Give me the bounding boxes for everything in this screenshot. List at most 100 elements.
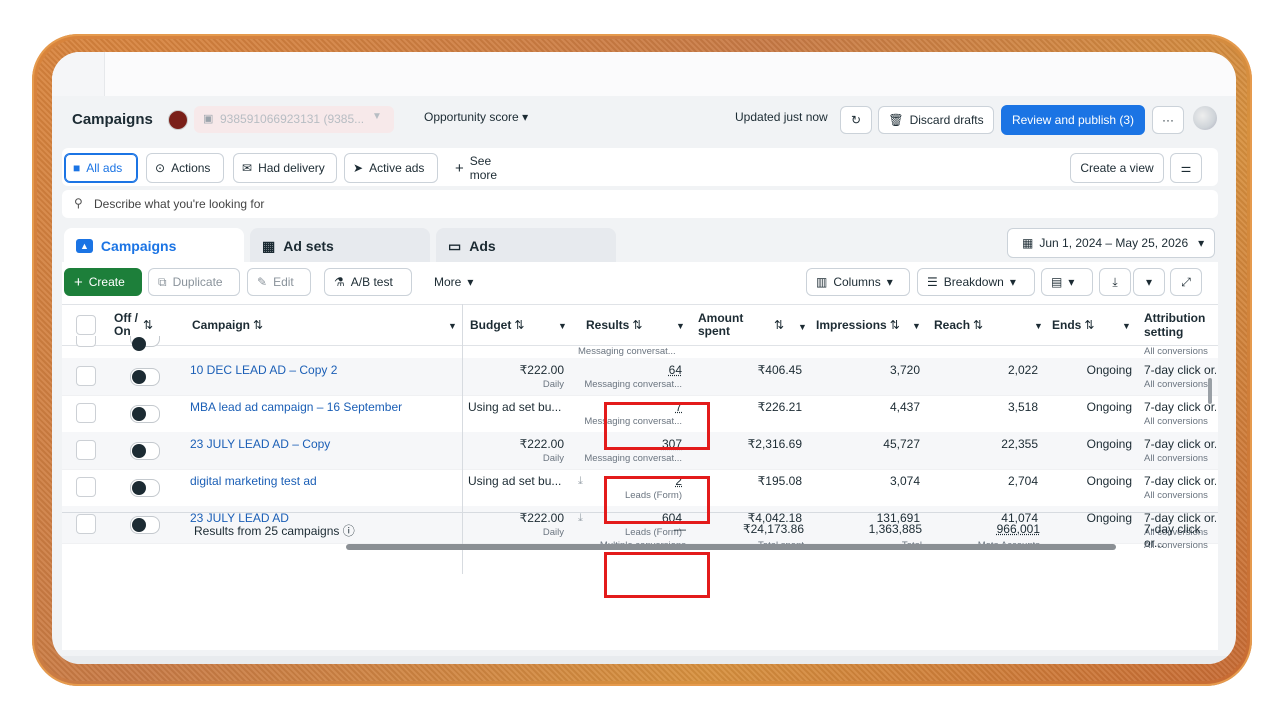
- tab-label: Ads: [469, 238, 496, 254]
- columns-button[interactable]: ▥ Columns ▾: [806, 268, 910, 296]
- ab-test-button[interactable]: ⚗ A/B test: [324, 268, 412, 296]
- row-checkbox[interactable]: [76, 440, 96, 460]
- more-options-button[interactable]: ···: [1152, 106, 1184, 134]
- search-bar[interactable]: ⚲ Describe what you're looking for: [62, 190, 1218, 218]
- edit-button[interactable]: ✎ Edit: [247, 268, 311, 296]
- flask-icon: ⚗: [334, 275, 345, 289]
- row-toggle[interactable]: [130, 336, 160, 351]
- campaign-name-link[interactable]: 23 JULY LEAD AD – Copy: [190, 437, 330, 451]
- chip-had-delivery[interactable]: ✉ Had delivery: [233, 153, 337, 183]
- expand-icon: ⤢: [1181, 274, 1191, 289]
- opportunity-score-dropdown[interactable]: Opportunity score ▾: [424, 110, 528, 124]
- campaign-table-card: + Create ⧉ Duplicate ✎ Edit ⚗ A/B test More ▾…: [62, 262, 1218, 650]
- horizontal-scrollbar[interactable]: [346, 544, 1116, 550]
- create-view-button[interactable]: Create a view: [1070, 153, 1164, 183]
- column-results[interactable]: Results ⇅ ▼: [586, 305, 686, 345]
- refresh-icon: ↻: [850, 113, 862, 127]
- attribution-value: 7-day click or...: [1144, 363, 1216, 377]
- impressions-value: 3,074: [889, 474, 920, 488]
- chip-see-more[interactable]: + See more: [446, 153, 526, 183]
- column-reach[interactable]: Reach ⇅ ▼: [934, 305, 1044, 345]
- search-icon: ⚲: [74, 196, 83, 210]
- search-input[interactable]: Describe what you're looking for: [94, 197, 264, 211]
- columns-icon: ▥: [816, 275, 828, 289]
- row-checkbox[interactable]: [76, 366, 96, 386]
- row-checkbox[interactable]: [76, 336, 96, 347]
- campaign-name-link[interactable]: digital marketing test ad: [190, 474, 317, 488]
- table-row[interactable]: 10 DEC LEAD AD – Copy 2 ₹222.00 Daily 64 Mes…: [62, 358, 1218, 396]
- breakdown-button[interactable]: ☰ Breakdown ▾: [917, 268, 1035, 296]
- highlight-box: [604, 552, 710, 598]
- tab-ad-sets[interactable]: ▦ Ad sets: [250, 228, 430, 264]
- column-label: Results: [586, 318, 630, 332]
- row-toggle[interactable]: [130, 368, 160, 386]
- row-toggle[interactable]: [130, 442, 160, 460]
- column-attribution[interactable]: Attribution setting: [1144, 305, 1216, 345]
- more-dropdown[interactable]: More ▾: [424, 268, 486, 296]
- column-label: Campaign: [192, 318, 251, 332]
- column-amount-spent[interactable]: Amount spent ⇅ ▼: [698, 305, 808, 345]
- amount-spent-value: ₹195.08: [757, 474, 802, 488]
- user-avatar[interactable]: [1193, 106, 1217, 130]
- table-toolbar: + Create ⧉ Duplicate ✎ Edit ⚗ A/B test More ▾…: [62, 262, 1218, 300]
- attribution-sub: All conversions: [1144, 453, 1208, 464]
- grid-icon: ▦: [262, 237, 276, 254]
- column-budget[interactable]: Budget ⇅ ▼: [470, 305, 570, 345]
- expand-button[interactable]: ⤢: [1170, 268, 1202, 296]
- view-settings-button[interactable]: ⚌: [1170, 153, 1202, 183]
- account-avatar[interactable]: [168, 110, 188, 130]
- export-button[interactable]: ⤓: [1099, 268, 1131, 296]
- date-range-picker[interactable]: ▦ Jun 1, 2024 – May 25, 2026 ▾: [1007, 228, 1215, 258]
- ends-value: Ongoing: [1086, 363, 1132, 377]
- tab-campaigns[interactable]: ▲ Campaigns: [64, 228, 244, 264]
- summary-impressions: 1,363,885: [868, 522, 922, 536]
- calendar-icon: ▦: [1022, 236, 1034, 250]
- table-row-partial: Messaging conversat... All conversions: [62, 336, 1218, 359]
- refresh-button[interactable]: ↻: [840, 106, 872, 134]
- reach-value: 3,518: [1007, 400, 1038, 414]
- chevron-down-icon: ▼: [1034, 321, 1043, 331]
- ads-manager: Campaigns ▣ 938591066923131 (9385... ▼ O…: [62, 96, 1228, 656]
- opportunity-label: Opportunity score: [424, 110, 519, 124]
- account-selector[interactable]: ▣ 938591066923131 (9385... ▼: [194, 106, 394, 133]
- review-label: Review and publish (3): [1011, 113, 1135, 127]
- row-toggle[interactable]: [130, 405, 160, 423]
- attribution-sub: All conversions: [1144, 346, 1208, 357]
- row-checkbox[interactable]: [76, 477, 96, 497]
- create-button[interactable]: + Create: [64, 268, 142, 296]
- duplicate-button[interactable]: ⧉ Duplicate: [148, 268, 240, 296]
- chip-all-ads[interactable]: ■ All ads: [64, 153, 138, 183]
- chip-label: Active ads: [369, 161, 425, 175]
- discard-label: Discard drafts: [909, 113, 984, 127]
- sort-icon: ⇅: [253, 318, 264, 332]
- row-checkbox[interactable]: [76, 403, 96, 423]
- info-icon[interactable]: ⓘ: [343, 524, 355, 538]
- reports-button[interactable]: ▤ ▾: [1041, 268, 1093, 296]
- chip-actions[interactable]: ⊙ Actions: [146, 153, 224, 183]
- column-ends[interactable]: Ends ⇅ ▼: [1052, 305, 1132, 345]
- campaign-name-link[interactable]: 10 DEC LEAD AD – Copy 2: [190, 363, 337, 377]
- campaign-name-link[interactable]: MBA lead ad campaign – 16 September: [190, 400, 402, 414]
- export-dropdown[interactable]: ▾: [1133, 268, 1165, 296]
- column-campaign[interactable]: Campaign ⇅ ▼: [192, 305, 460, 345]
- discard-drafts-button[interactable]: 🗑 Discard drafts: [878, 106, 994, 134]
- more-label: More: [434, 275, 462, 289]
- attribution-sub: All conversions: [1144, 416, 1208, 427]
- chevron-down-icon: ▼: [1122, 321, 1131, 331]
- chip-active-ads[interactable]: ➤ Active ads: [344, 153, 438, 183]
- column-impressions[interactable]: Impressions ⇅ ▼: [816, 305, 922, 345]
- screen: Campaigns ▣ 938591066923131 (9385... ▼ O…: [52, 52, 1236, 664]
- chevron-down-icon: ▾: [1009, 275, 1016, 289]
- column-label: Ends: [1052, 318, 1082, 332]
- summary-reach[interactable]: 966,001: [934, 522, 1040, 536]
- tab-ads[interactable]: ▭ Ads: [436, 228, 616, 264]
- sliders-icon: ⚌: [1180, 161, 1192, 175]
- row-toggle[interactable]: [130, 479, 160, 497]
- review-publish-button[interactable]: Review and publish (3): [1001, 105, 1145, 135]
- attribution-sub: All conversions: [1144, 379, 1208, 390]
- chevron-down-icon: ▾: [886, 275, 893, 289]
- summary-results: —: [674, 522, 686, 536]
- highlight-box: [604, 402, 710, 450]
- vertical-scrollbar[interactable]: [1208, 378, 1212, 404]
- chevron-down-icon: ▼: [912, 321, 921, 331]
